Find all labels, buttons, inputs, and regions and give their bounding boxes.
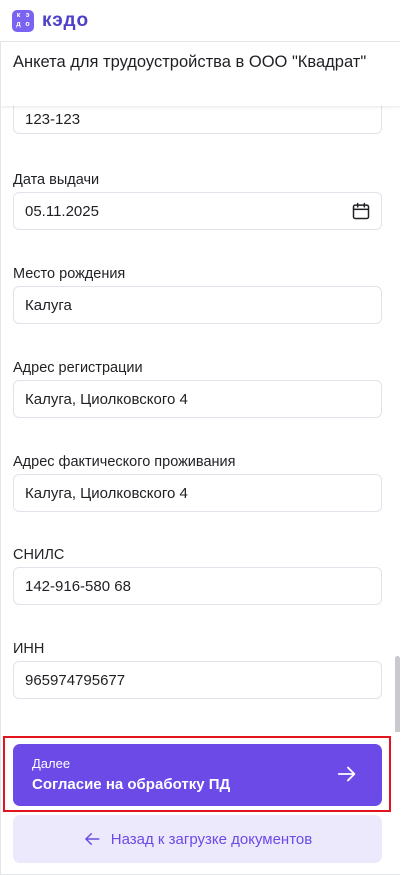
birthplace-label: Место рождения [13,266,126,282]
field-value: 123-123 [25,111,81,128]
top-bar: к э д о кэдо [0,0,404,41]
field-value: 142-916-580 68 [25,577,131,595]
actual-address-label: Адрес фактического проживания [13,454,236,470]
arrow-left-icon [85,833,100,845]
next-button-label: Согласие на обработку ПД [32,776,231,793]
inn-label: ИНН [13,641,45,657]
issue-date-field[interactable]: 05.11.2025 [13,192,382,230]
field-value: Калуга, Циолковского 4 [25,484,188,502]
field-value: 965974795677 [25,671,126,689]
snils-label: СНИЛС [13,547,65,563]
arrow-right-icon [337,766,356,782]
form-panel: Анкета для трудоустройства в ООО "Квадра… [0,41,400,875]
logo-letter: э [25,12,30,19]
actual-address-field[interactable]: Калуга, Циолковского 4 [13,474,382,512]
field-value: 05.11.2025 [25,202,99,220]
back-button-label: Назад к загрузке документов [110,830,313,848]
field-value: Калуга, Циолковского 4 [25,390,188,408]
next-button-caption: Далее [32,756,71,771]
page-title: Анкета для трудоустройства в ООО "Квадра… [13,53,367,71]
logo-letter: д [16,21,21,28]
logo-icon: к э д о [12,9,34,32]
form-header: Анкета для трудоустройства в ООО "Квадра… [1,42,400,106]
back-button[interactable]: Назад к загрузке документов [13,815,382,863]
registration-address-field[interactable]: Калуга, Циолковского 4 [13,380,382,418]
form-footer: Далее Согласие на обработку ПД Назад к з… [1,732,400,874]
calendar-icon[interactable] [351,201,371,221]
logo-text: кэдо [42,9,90,31]
field-value: Калуга [25,296,72,314]
snils-field[interactable]: 142-916-580 68 [13,567,382,605]
logo-letter: о [25,21,30,28]
issue-date-label: Дата выдачи [13,172,100,188]
inn-field[interactable]: 965974795677 [13,661,382,699]
logo-letter: к [16,12,21,19]
birthplace-field[interactable]: Калуга [13,286,382,324]
passport-code-field[interactable]: 123-123 [13,106,382,134]
next-button[interactable]: Далее Согласие на обработку ПД [13,744,382,806]
registration-address-label: Адрес регистрации [13,360,143,376]
